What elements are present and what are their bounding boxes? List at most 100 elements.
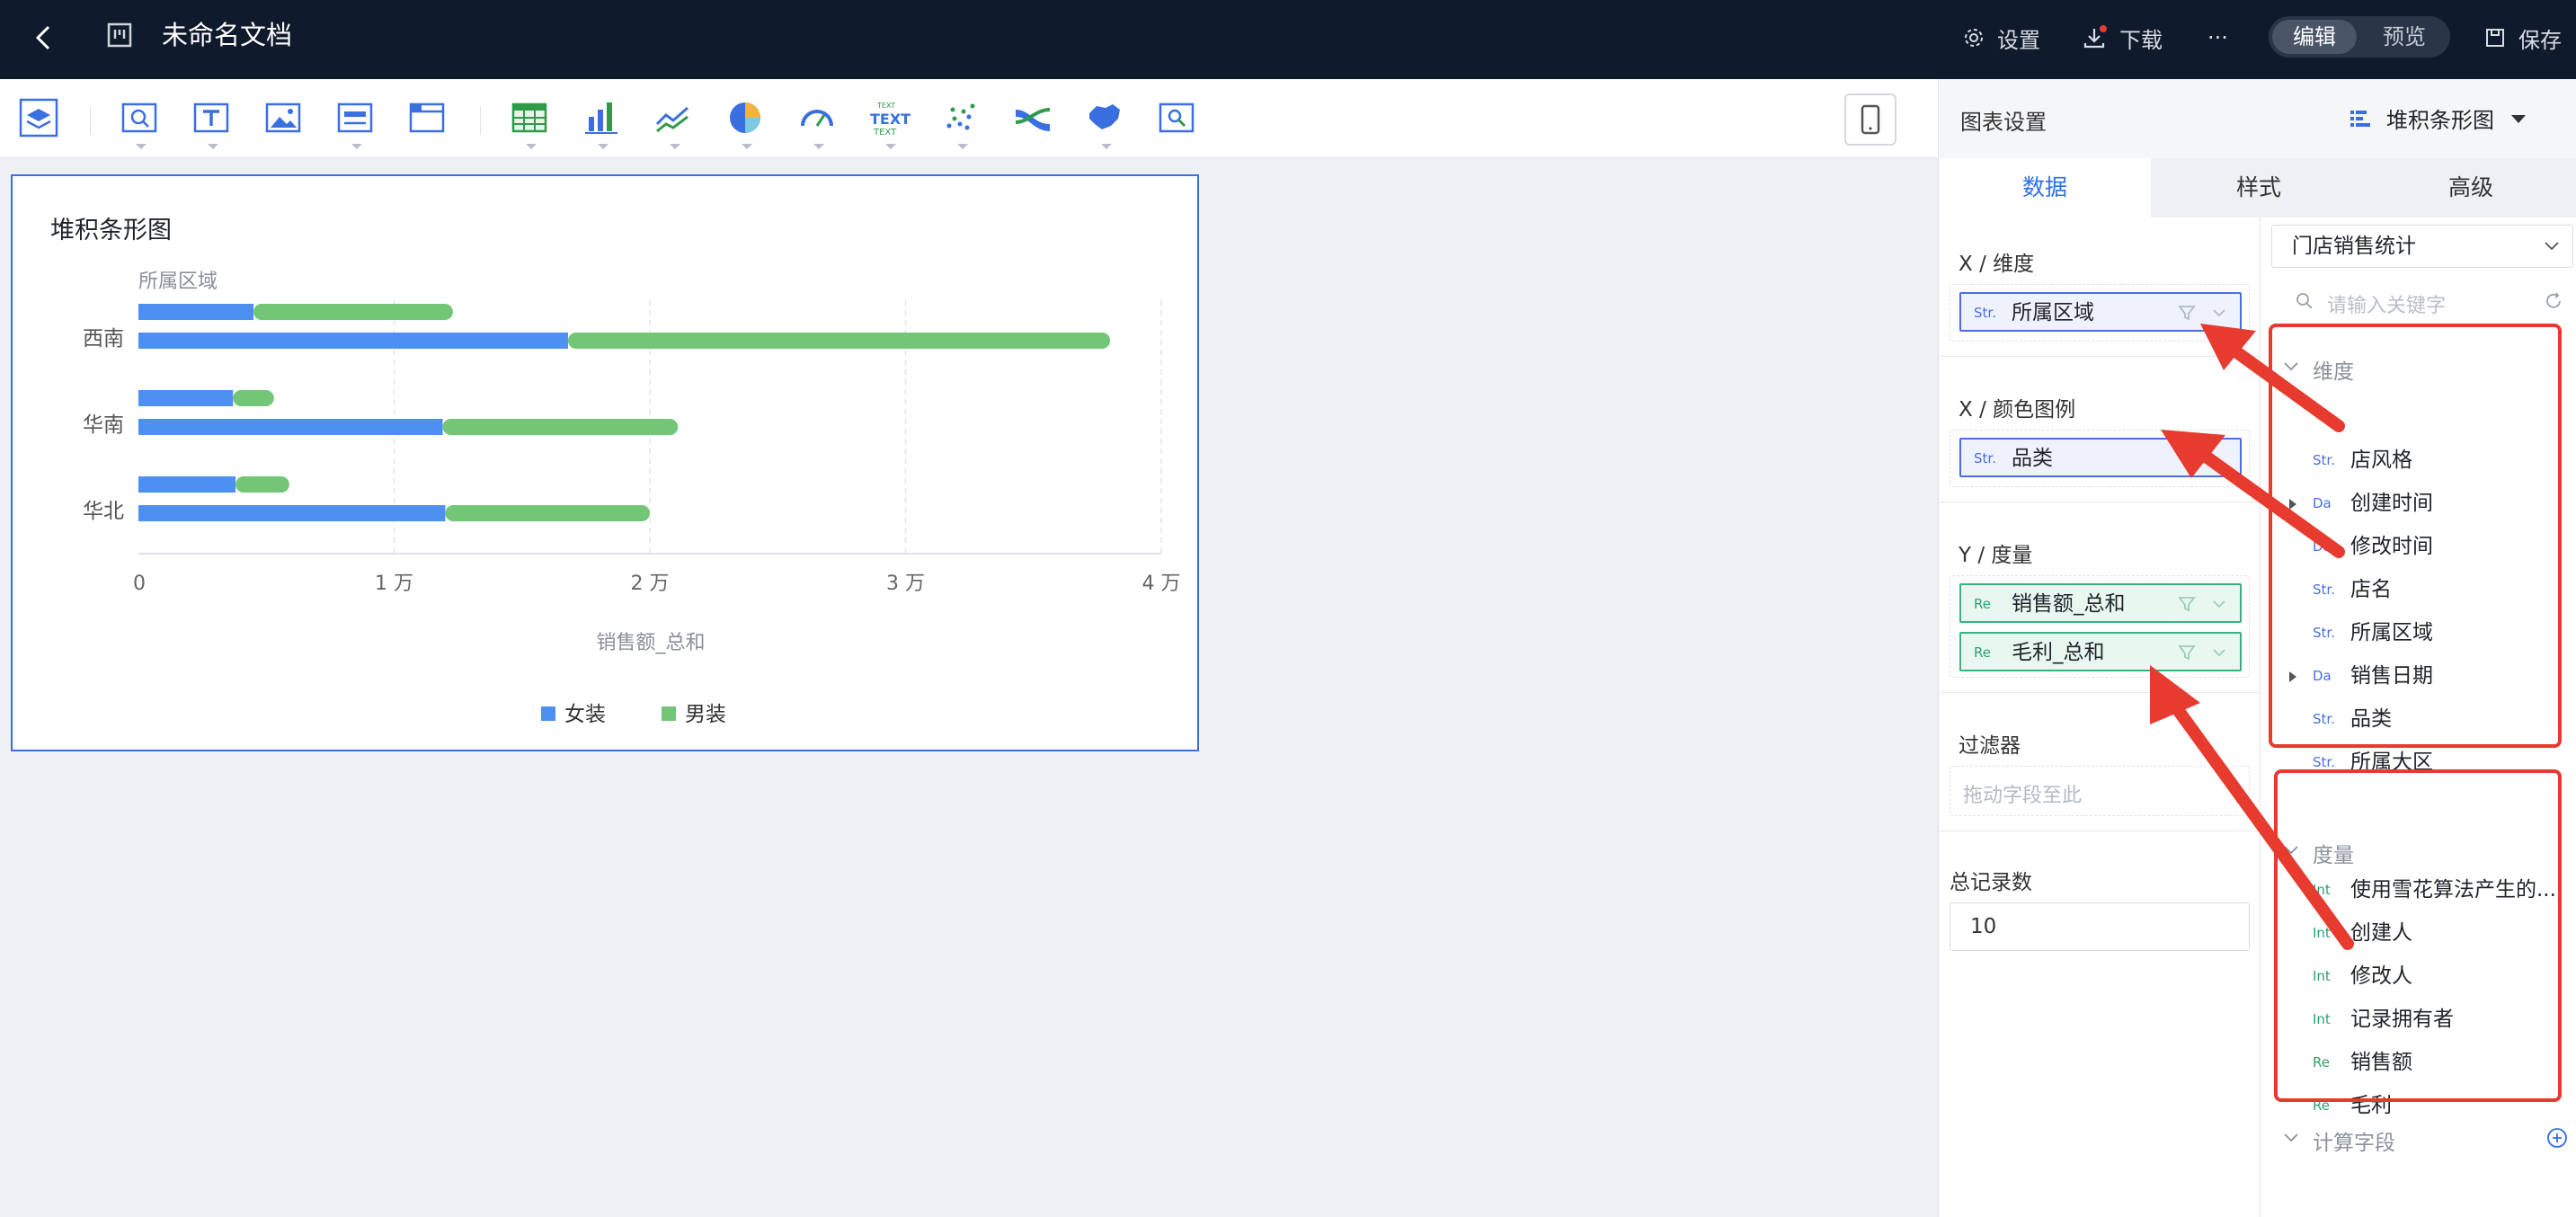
chevron-down-icon (2284, 1133, 2298, 1142)
refresh-icon[interactable] (2543, 290, 2564, 312)
filter-drop-zone[interactable]: 拖动字段至此 (1950, 766, 2250, 816)
chevron-down-icon (208, 144, 218, 149)
pill-label: 所属区域 (2012, 301, 2094, 324)
field-search-input[interactable]: 请输入关键字 (2271, 280, 2573, 322)
field-config-column: X / 维度 Str. 所属区域 X / 颜色图例 Str. 品类 Y / 度量 (1939, 218, 2261, 1217)
toolbar-divider (480, 106, 481, 135)
more-icon: ··· (2207, 25, 2228, 50)
real-type-tag: Re (1974, 596, 1991, 612)
table-icon[interactable] (509, 97, 554, 149)
chevron-down-icon[interactable] (2209, 643, 2229, 662)
y-category-label: 华北 (83, 500, 124, 523)
search-placeholder: 请输入关键字 (2327, 295, 2447, 317)
x-tick-label: 0 (133, 573, 146, 595)
line-chart-icon[interactable] (653, 97, 697, 149)
x-dimension-drop-zone[interactable]: Str. 所属区域 (1950, 284, 2250, 342)
chart-type-select[interactable]: 堆积条形图 (2349, 102, 2528, 134)
pie-chart-icon[interactable] (724, 97, 769, 149)
bar-chart-icon (2350, 110, 2370, 127)
legend-swatch (662, 706, 676, 721)
gauge-icon[interactable] (796, 97, 841, 149)
image-icon[interactable] (262, 97, 307, 140)
pill-label: 品类 (2012, 447, 2053, 470)
save-label: 保存 (2518, 27, 2562, 53)
chart-card[interactable]: 堆积条形图 01 万2 万3 万4 万所属区域 销售额_总和 西南 华南 华北 女装 男装 (11, 174, 1199, 751)
calculated-field-group-header-label: 计算字段 (2313, 1132, 2395, 1155)
tab-container-icon[interactable] (406, 97, 451, 140)
bar-segment-男装 (235, 476, 289, 493)
chevron-down-icon (1101, 144, 1112, 149)
annotation-box-dimensions (2269, 324, 2562, 748)
toolbar-divider (90, 106, 91, 135)
mobile-preview-button[interactable] (1844, 93, 1896, 146)
section-divider (1939, 692, 2261, 693)
dataset-select[interactable]: 门店销售统计 (2271, 225, 2573, 268)
download-icon (2083, 25, 2107, 49)
filter-funnel-icon[interactable] (2177, 303, 2197, 323)
text-icon[interactable] (191, 97, 235, 149)
bar-segment-cap (138, 476, 155, 493)
filter-placeholder: 拖动字段至此 (1963, 785, 2083, 807)
y-axis-title: 所属区域 (138, 271, 218, 293)
y-measure-drop-zone[interactable]: Re 销售额_总和 Re 毛利_总和 (1950, 575, 2250, 678)
settings-button[interactable]: 设置 (1963, 18, 2040, 58)
filter-funnel-icon[interactable] (2177, 643, 2197, 662)
bar-segment-男装 (233, 390, 274, 406)
chevron-down-icon (351, 144, 362, 149)
x-dimension-pill[interactable]: Str. 所属区域 (1959, 292, 2242, 332)
bar-segment-男装 (567, 333, 1111, 349)
sankey-icon[interactable] (1012, 97, 1057, 140)
tab-style[interactable]: 样式 (2153, 158, 2365, 218)
more-button[interactable]: ··· (2207, 18, 2228, 58)
y-category-label: 华南 (83, 413, 124, 437)
bar-chart-icon[interactable] (581, 97, 626, 149)
download-label: 下载 (2119, 27, 2163, 53)
scatter-icon[interactable] (940, 97, 985, 149)
document-title[interactable]: 未命名文档 (162, 16, 292, 54)
add-calculated-field-icon[interactable] (2546, 1127, 2568, 1149)
y-measure-pill-sales[interactable]: Re 销售额_总和 (1959, 583, 2242, 623)
search-table-icon[interactable] (119, 97, 164, 149)
chevron-down-icon (957, 144, 968, 149)
text-chart-icon[interactable]: TEXT TEXT TEXT (868, 97, 913, 149)
card-icon[interactable] (334, 97, 379, 149)
record-count-label: 总记录数 (1950, 871, 2032, 894)
download-button[interactable]: 下载 (2082, 18, 2163, 58)
svg-text:TEXT: TEXT (873, 128, 897, 138)
chevron-down-icon[interactable] (2209, 594, 2229, 614)
preview-mode-button[interactable]: 预览 (2362, 20, 2447, 54)
color-legend-drop-zone[interactable]: Str. 品类 (1950, 430, 2250, 487)
y-measure-pill-profit[interactable]: Re 毛利_总和 (1959, 632, 2242, 671)
chevron-down-icon (2545, 242, 2559, 251)
color-legend-pill[interactable]: Str. 品类 (1959, 438, 2242, 477)
save-button[interactable]: 保存 (2484, 18, 2562, 58)
y-category-label: 西南 (83, 327, 124, 351)
svg-text:TEXT: TEXT (870, 111, 910, 128)
top-bar: 未命名文档 设置 下载 ··· 编辑 预览 保存 (0, 0, 2576, 79)
mode-switch: 编辑 预览 (2269, 16, 2450, 58)
record-count-input[interactable]: 10 (1950, 902, 2250, 951)
caret-down-icon (2511, 114, 2526, 123)
filter-icon[interactable] (1156, 97, 1201, 140)
tab-data[interactable]: 数据 (1939, 158, 2151, 218)
edit-mode-button[interactable]: 编辑 (2272, 20, 2357, 54)
bar-segment-cap (138, 304, 155, 320)
bar-segment-男装 (253, 304, 453, 320)
bar-segment-女装 (138, 419, 443, 435)
annotation-box-measures (2274, 769, 2562, 1102)
settings-label: 设置 (1997, 27, 2040, 53)
layers-icon[interactable] (18, 97, 63, 140)
map-icon[interactable] (1084, 97, 1129, 149)
legend-label: 男装 (685, 703, 726, 726)
section-divider (1939, 356, 2261, 357)
tab-advanced[interactable]: 高级 (2365, 158, 2576, 218)
legend-label: 女装 (564, 703, 606, 726)
chevron-down-icon[interactable] (2209, 303, 2229, 323)
filter-funnel-icon[interactable] (2177, 594, 2197, 614)
chevron-down-icon (813, 144, 824, 149)
svg-text:TEXT: TEXT (876, 102, 895, 110)
gear-icon (1965, 29, 1983, 47)
component-toolbar: TEXT TEXT TEXT (0, 79, 1938, 158)
back-icon[interactable] (23, 18, 63, 58)
search-icon (2296, 293, 2313, 309)
